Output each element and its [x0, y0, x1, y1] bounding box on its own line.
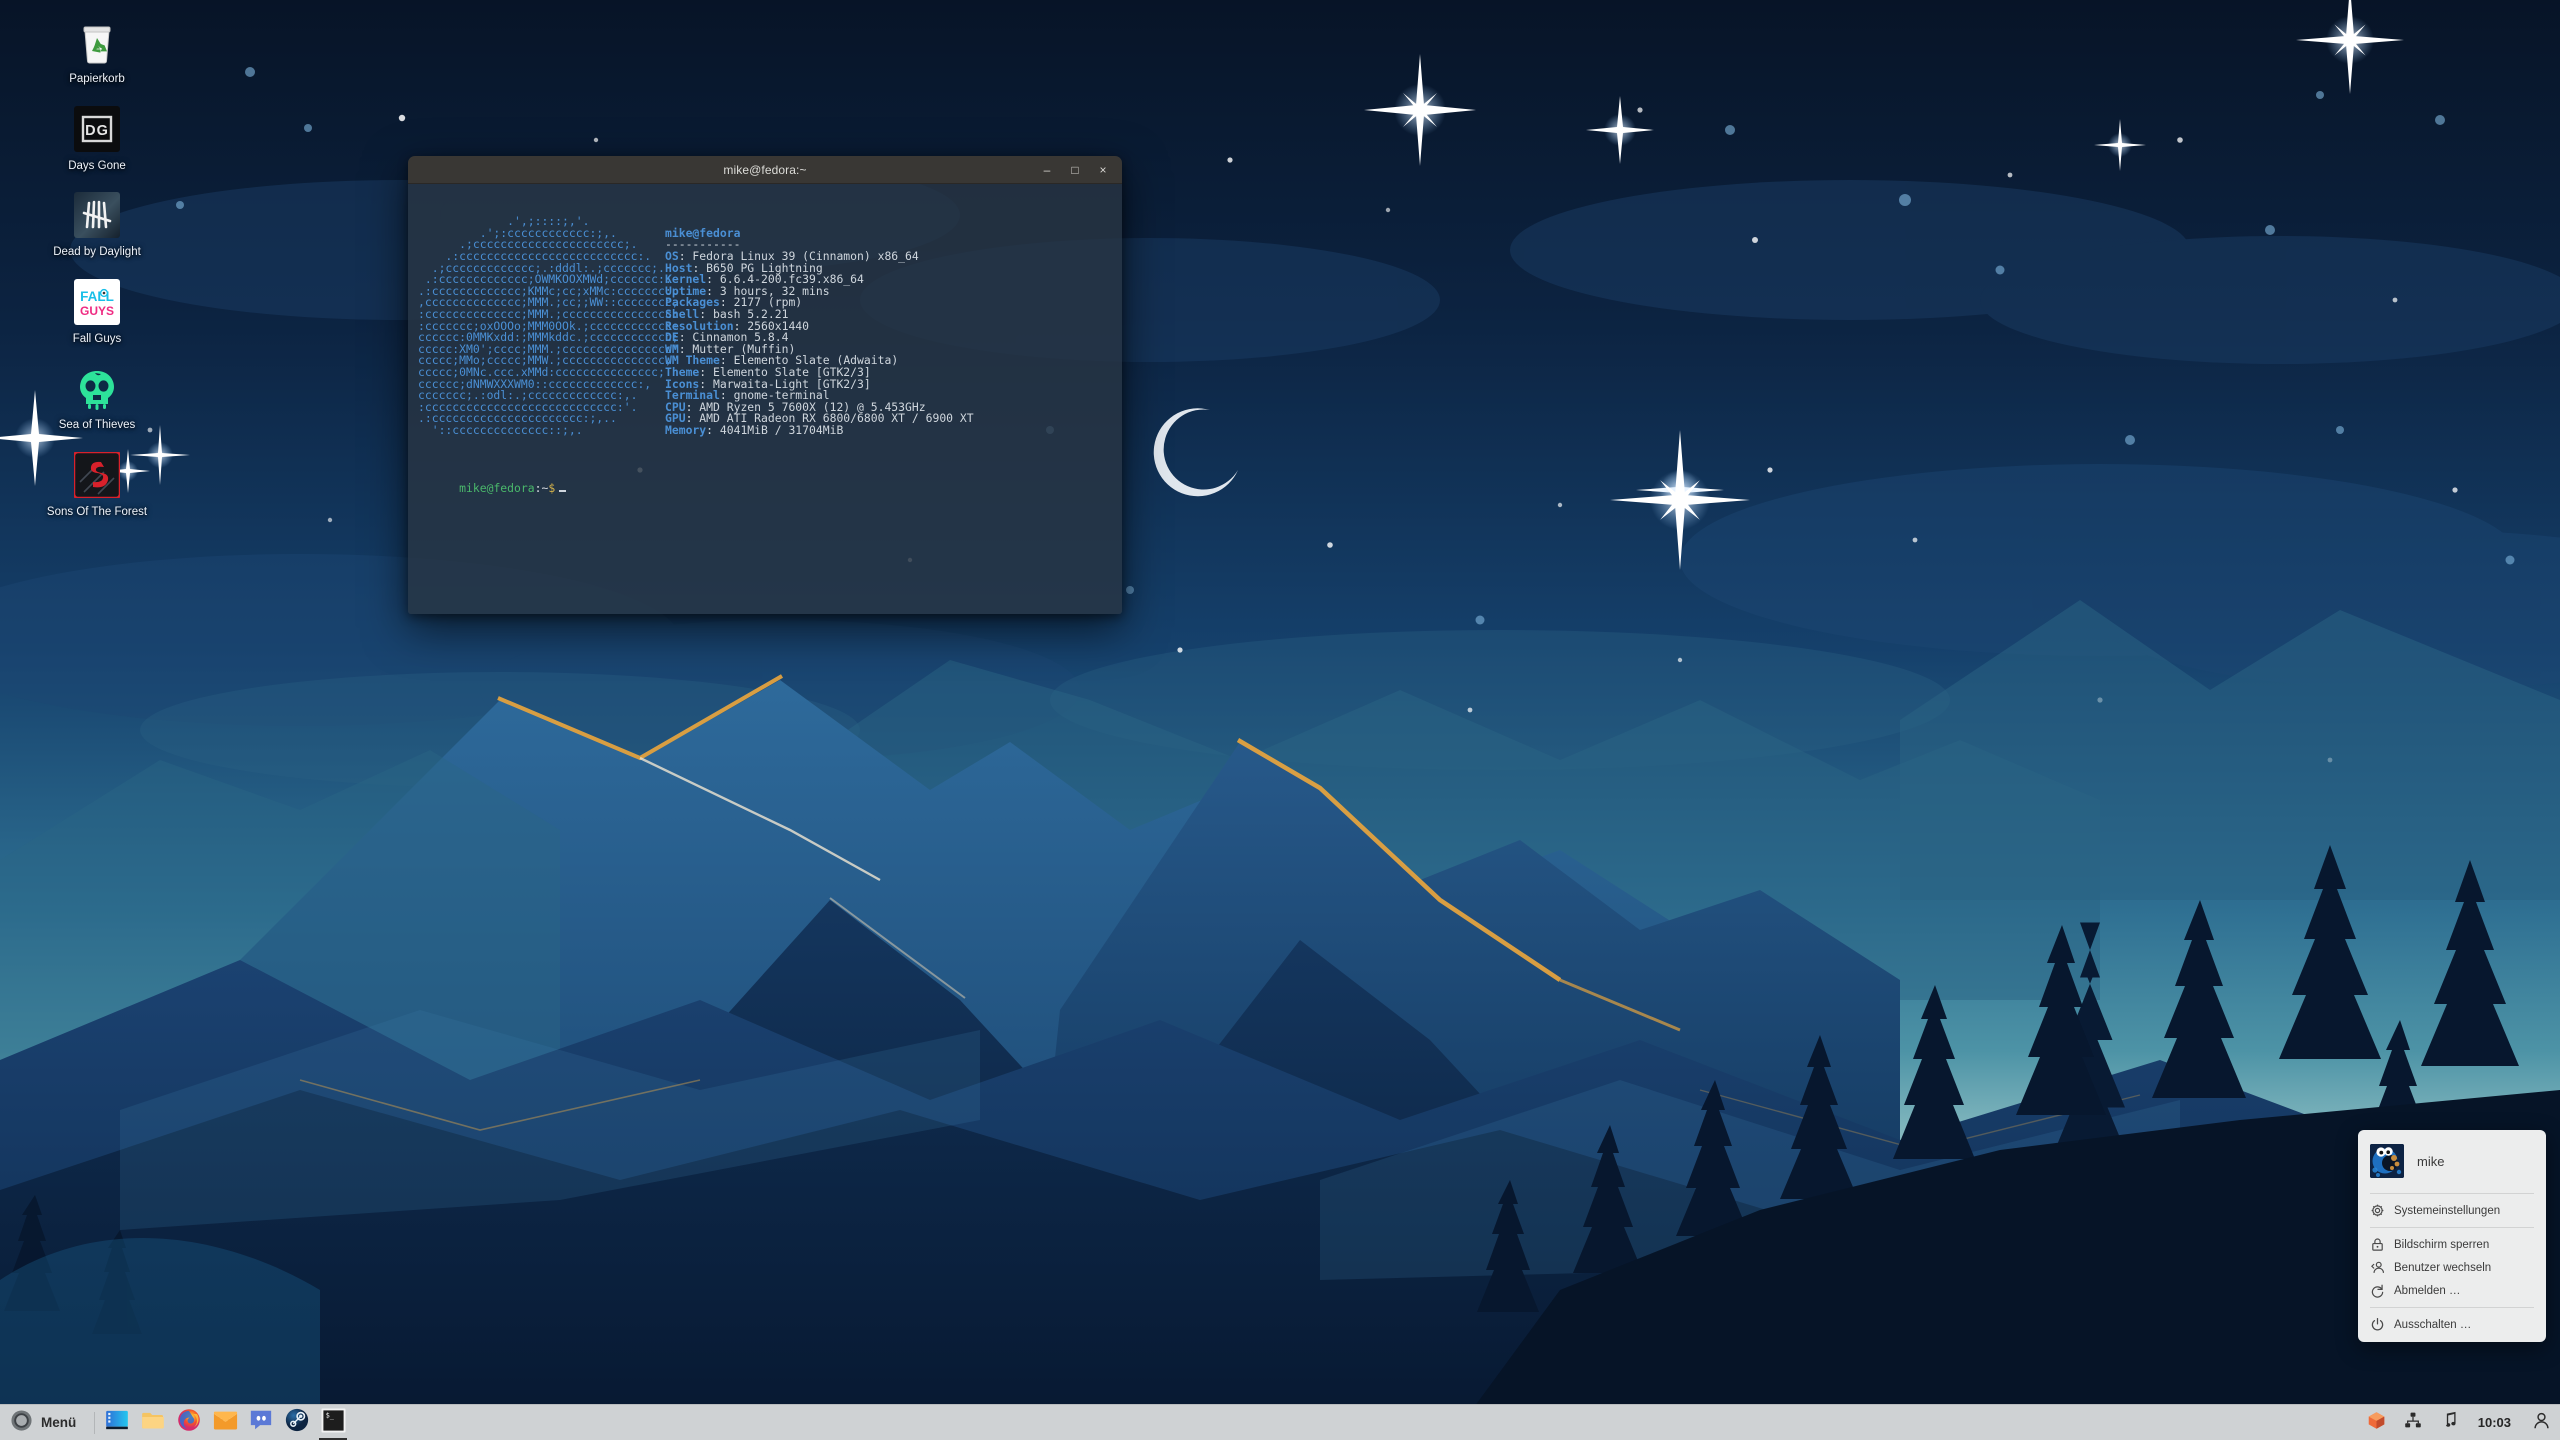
clock[interactable]: 10:03 [2466, 1415, 2523, 1430]
desktop-icon-trash[interactable]: Papierkorb [22, 18, 172, 87]
svg-text:$_: $_ [326, 1411, 335, 1419]
user-menu-popup[interactable]: mike Systemeinstellungen Bildschirm sper… [2358, 1130, 2546, 1342]
user-menu-item-label: Bildschirm sperren [2394, 1239, 2489, 1251]
neofetch-line: '::cccccccccccccc::;,.Memory: 4041MiB / … [418, 425, 1112, 437]
neofetch-field-value: : 4041MiB / 31704MiB [706, 423, 843, 437]
terminal-cursor [559, 490, 566, 492]
lock-icon [2370, 1237, 2385, 1252]
terminal-window[interactable]: mike@fedora:~ – □ × .',;::::;,'. .';:ccc… [408, 156, 1122, 614]
power-icon [2370, 1317, 2385, 1332]
svg-text:GUYS: GUYS [80, 304, 114, 318]
user-menu-item-label: Abmelden … [2394, 1285, 2460, 1297]
window-controls: – □ × [1034, 159, 1116, 181]
desktop-icon-label: Dead by Daylight [53, 246, 141, 260]
user-menu-item-lock-screen[interactable]: Bildschirm sperren [2358, 1233, 2546, 1256]
desktop-icon-dead-by-daylight[interactable]: Dead by Daylight [22, 191, 172, 260]
divider [94, 1412, 95, 1434]
logout-icon [2370, 1283, 2385, 1298]
avatar [2370, 1144, 2404, 1178]
launcher-show-desktop[interactable] [99, 1405, 135, 1440]
mail-icon [213, 1410, 238, 1435]
taskbar: Menü [0, 1404, 2560, 1440]
package-icon [2367, 1411, 2386, 1435]
desktop-icon-days-gone[interactable]: DG Days Gone [22, 105, 172, 174]
music-note-icon [2440, 1411, 2457, 1434]
fall-guys-icon: FALL GUYS [73, 278, 121, 326]
user-menu-username: mike [2417, 1154, 2444, 1169]
desktop-icon-label: Sons Of The Forest [47, 506, 147, 520]
tray-network[interactable] [2395, 1405, 2431, 1440]
desktop-icon-grid: Papierkorb DG Days Gone [22, 18, 172, 537]
launcher-terminal[interactable]: $_ [315, 1405, 351, 1440]
desktop-wallpaper [0, 0, 2560, 1440]
user-menu-item-shutdown[interactable]: Ausschalten … [2358, 1313, 2546, 1336]
network-icon [2404, 1411, 2422, 1434]
launcher-steam[interactable] [279, 1405, 315, 1440]
days-gone-icon: DG [73, 105, 121, 153]
menu-button[interactable]: Menü [0, 1405, 90, 1440]
firefox-icon [177, 1408, 201, 1437]
maximize-button[interactable]: □ [1062, 159, 1088, 181]
launcher-mail[interactable] [207, 1405, 243, 1440]
desktop-icon-sons-of-the-forest[interactable]: Sons Of The Forest [22, 451, 172, 520]
desktop-icon-sea-of-thieves[interactable]: Sea of Thieves [22, 364, 172, 433]
tray-user[interactable] [2523, 1405, 2560, 1440]
trash-icon [73, 18, 121, 66]
user-menu-item-system-settings[interactable]: Systemeinstellungen [2358, 1199, 2546, 1222]
divider [2370, 1307, 2534, 1308]
terminal-title: mike@fedora:~ [408, 163, 1122, 177]
discord-icon [249, 1409, 273, 1436]
prompt-path: :~ [535, 481, 549, 495]
desktop-icon-fall-guys[interactable]: FALL GUYS Fall Guys [22, 278, 172, 347]
user-icon [2532, 1411, 2551, 1435]
terminal-icon: $_ [321, 1408, 346, 1438]
system-tray: 10:03 [2358, 1405, 2560, 1440]
neofetch-output: .',;::::;,'. .';:cccccccccccc:;,.mike@fe… [418, 216, 1112, 436]
user-menu-item-logout[interactable]: Abmelden … [2358, 1279, 2546, 1302]
show-desktop-icon [105, 1410, 129, 1435]
menu-icon [10, 1409, 33, 1437]
user-menu-item-label: Benutzer wechseln [2394, 1262, 2491, 1274]
gear-icon [2370, 1203, 2385, 1218]
tray-software-updates[interactable] [2358, 1405, 2395, 1440]
sea-of-thieves-icon [73, 364, 121, 412]
shell-prompt: mike@fedora:~$ [418, 471, 1112, 506]
steam-icon [285, 1408, 309, 1437]
sons-of-the-forest-icon [73, 451, 121, 499]
close-button[interactable]: × [1090, 159, 1116, 181]
neofetch-field: Memory: 4041MiB / 31704MiB [665, 425, 843, 437]
prompt-symbol: $ [548, 481, 555, 495]
dead-by-daylight-icon [73, 191, 121, 239]
user-menu-item-switch-user[interactable]: Benutzer wechseln [2358, 1256, 2546, 1279]
user-menu-item-label: Systemeinstellungen [2394, 1205, 2500, 1217]
svg-text:FALL: FALL [80, 289, 114, 304]
desktop-icon-label: Papierkorb [69, 73, 125, 87]
svg-text:DG: DG [85, 123, 109, 139]
divider [2370, 1193, 2534, 1194]
desktop-icon-label: Fall Guys [73, 333, 122, 347]
user-menu-item-label: Ausschalten … [2394, 1319, 2471, 1331]
terminal-titlebar[interactable]: mike@fedora:~ – □ × [408, 156, 1122, 184]
terminal-body[interactable]: .',;::::;,'. .';:cccccccccccc:;,.mike@fe… [408, 184, 1122, 614]
launcher-firefox[interactable] [171, 1405, 207, 1440]
folder-icon [141, 1410, 165, 1435]
menu-label: Menü [41, 1415, 76, 1430]
divider [2370, 1227, 2534, 1228]
launcher-files[interactable] [135, 1405, 171, 1440]
desktop-icon-label: Sea of Thieves [59, 419, 136, 433]
fedora-ascii-art-line: '::cccccccccccccc::;,. [418, 425, 665, 437]
tray-sound[interactable] [2431, 1405, 2466, 1440]
desktop-icon-label: Days Gone [68, 160, 126, 174]
user-menu-account-row[interactable]: mike [2358, 1136, 2546, 1188]
user-switch-icon [2370, 1260, 2385, 1275]
minimize-button[interactable]: – [1034, 159, 1060, 181]
launcher-discord[interactable] [243, 1405, 279, 1440]
neofetch-field-key: Memory [665, 423, 706, 437]
prompt-user: mike@fedora [459, 481, 534, 495]
